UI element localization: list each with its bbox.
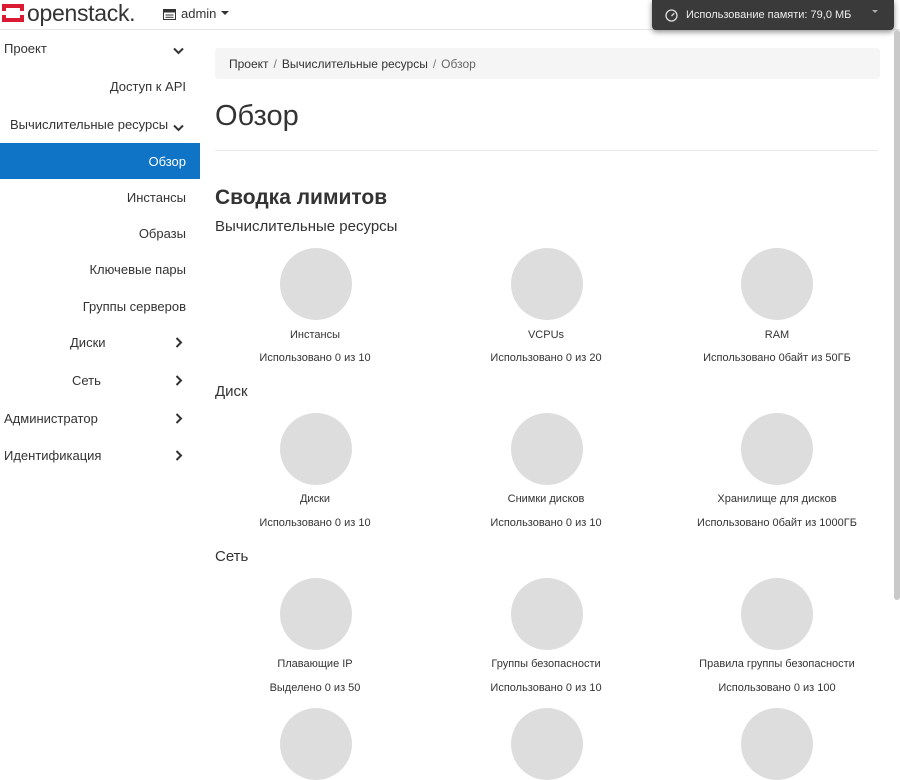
sidebar-item-label: Доступ к API (109, 78, 186, 94)
chevron-right-icon (175, 374, 185, 386)
sidebar-item-label: Ключевые пары (89, 261, 186, 277)
dashboard-gauge-icon (665, 8, 678, 22)
sidebar-item-label: Диски (70, 334, 106, 350)
chart-label: RAM (764, 329, 790, 341)
group-title-volume: Диск (215, 383, 248, 400)
chart-usage: Использовано 0 из 10 (490, 517, 602, 529)
chart-label: Снимки дисков (507, 493, 585, 505)
pie-chart-security-group-rules (741, 578, 813, 650)
group-title-network: Сеть (215, 548, 249, 565)
pie-chart-security-groups (511, 578, 583, 650)
memory-usage-text: Использование памяти: 79,0 МБ (686, 9, 852, 21)
pie-chart-volume-snapshots (511, 413, 583, 485)
pie-chart-ram (741, 248, 813, 320)
openstack-logo-icon (2, 4, 24, 22)
sidebar-item-label: Группы серверов (82, 298, 186, 314)
pie-chart-partial (280, 708, 352, 780)
chart-label: VCPUs (527, 329, 565, 341)
chevron-right-icon (175, 336, 185, 348)
sidebar-item-server-groups[interactable]: Группы серверов (0, 288, 200, 324)
pie-chart-volumes (280, 413, 352, 485)
sidebar-item-compute[interactable]: Вычислительные ресурсы (0, 106, 200, 142)
pie-chart-partial (741, 708, 813, 780)
breadcrumb-separator: / (273, 56, 277, 71)
caret-down-icon (221, 11, 230, 15)
chevron-right-icon (175, 449, 185, 461)
page-title: Обзор (215, 100, 299, 132)
top-navbar: openstack. admin Использование памяти: 7… (0, 0, 900, 30)
breadcrumb: Проект / Вычислительные ресурсы / Обзор (215, 48, 880, 79)
sidebar-item-volumes[interactable]: Диски (0, 324, 200, 360)
chart-label: Диски (299, 493, 331, 505)
breadcrumb-item-compute[interactable]: Вычислительные ресурсы (282, 57, 428, 71)
chart-usage: Выделено 0 из 50 (269, 682, 361, 694)
chart-label: Инстансы (290, 329, 340, 341)
project-name: admin (181, 5, 217, 21)
pie-chart-partial (511, 708, 583, 780)
chart-usage: Использовано 0 из 20 (490, 352, 602, 364)
breadcrumb-separator: / (432, 56, 437, 71)
chevron-down-icon (173, 43, 184, 55)
sidebar-item-instances[interactable]: Инстансы (0, 179, 200, 215)
project-switcher[interactable]: admin (163, 4, 230, 22)
pie-chart-instances (280, 248, 352, 320)
sidebar-item-admin[interactable]: Администратор (0, 400, 200, 436)
chart-label: Хранилище для дисков (717, 493, 837, 505)
main-content: Проект / Вычислительные ресурсы / Обзор … (200, 30, 900, 780)
sidebar-item-key-pairs[interactable]: Ключевые пары (0, 251, 200, 287)
chart-label: Плавающие IP (277, 658, 353, 670)
breadcrumb-item-current: Обзор (441, 56, 476, 71)
pie-chart-floating-ips (280, 578, 352, 650)
sidebar-item-label: Администратор (4, 410, 98, 426)
chevron-right-icon (175, 412, 185, 424)
sidebar-item-label: Проект (4, 40, 47, 56)
chevron-down-icon (173, 120, 184, 132)
chart-usage: Использовано 0 из 10 (259, 352, 371, 364)
group-title-compute: Вычислительные ресурсы (215, 218, 398, 235)
sidebar-item-label: Вычислительные ресурсы (10, 116, 169, 132)
chart-usage: Использовано 0байт из 1000ГБ (697, 517, 857, 529)
sidebar: Проект Доступ к API Вычислительные ресур… (0, 30, 200, 775)
sidebar-item-label: Идентификация (4, 447, 102, 463)
chart-label: Правила группы безопасности (699, 658, 855, 670)
chart-usage: Использовано 0 из 10 (490, 682, 602, 694)
sidebar-item-api-access[interactable]: Доступ к API (0, 68, 200, 104)
brand-logo[interactable]: openstack. (0, 0, 136, 26)
chart-usage: Использовано 0 из 100 (718, 682, 836, 694)
pie-chart-volume-storage (741, 413, 813, 485)
title-divider (215, 150, 878, 151)
brand-name: openstack. (27, 0, 136, 26)
memory-usage-toast: Использование памяти: 79,0 МБ (652, 0, 894, 30)
project-icon (163, 8, 176, 20)
chart-usage: Использовано 0 из 10 (259, 517, 371, 529)
chart-usage: Использовано 0байт из 50ГБ (703, 352, 851, 364)
sidebar-item-images[interactable]: Образы (0, 215, 200, 251)
chart-label: Группы безопасности (491, 658, 601, 670)
sidebar-item-label: Инстансы (126, 189, 186, 205)
sidebar-item-overview[interactable]: Обзор (0, 143, 200, 179)
sidebar-item-network[interactable]: Сеть (0, 362, 200, 398)
sidebar-item-project[interactable]: Проект (0, 30, 200, 66)
sidebar-item-label: Образы (138, 225, 186, 241)
pie-chart-vcpus (511, 248, 583, 320)
sidebar-item-identity[interactable]: Идентификация (0, 437, 200, 473)
page-scrollbar[interactable] (894, 30, 900, 600)
sidebar-item-label: Сеть (72, 372, 101, 388)
caret-down-icon (872, 10, 878, 13)
sidebar-item-label: Обзор (148, 153, 186, 169)
breadcrumb-item-project[interactable]: Проект (229, 57, 269, 71)
limit-summary-title: Сводка лимитов (215, 186, 388, 209)
